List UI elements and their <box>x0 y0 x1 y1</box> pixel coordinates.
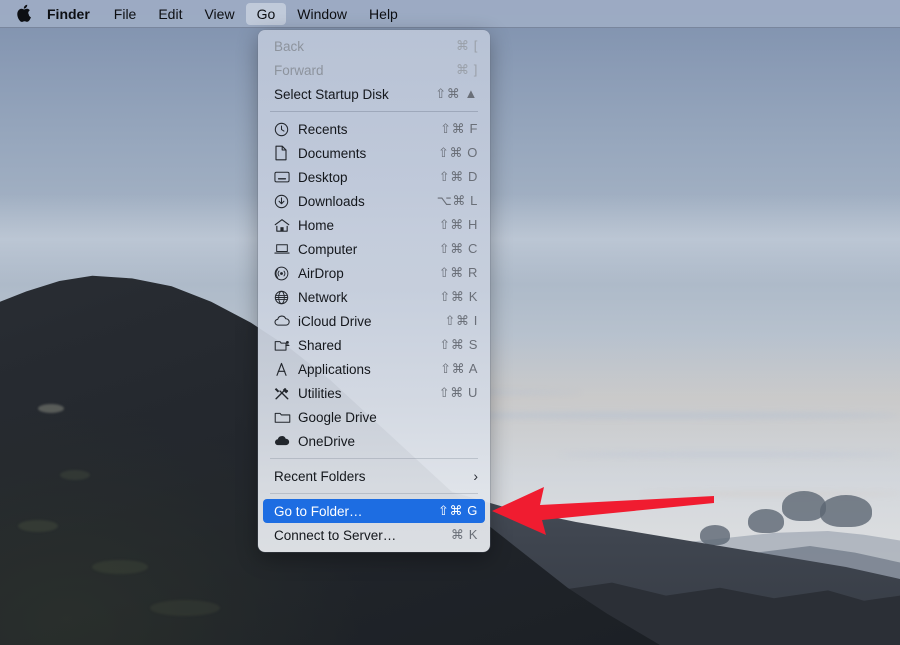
menu-item-label: Recents <box>298 121 348 137</box>
computer-icon <box>274 242 296 256</box>
menu-item-utilities[interactable]: Utilities ⇧⌘ U <box>258 381 490 405</box>
menu-item-label: Home <box>298 217 335 233</box>
menu-item-go-to-folder[interactable]: Go to Folder… ⇧⌘ G <box>263 499 485 523</box>
wallpaper-tree-clump <box>820 495 872 527</box>
menu-item-shortcut: ⌘ ] <box>455 62 478 77</box>
menu-item-shortcut: ⇧⌘ O <box>437 145 478 160</box>
menu-item-label: Downloads <box>298 193 365 209</box>
home-icon <box>274 218 296 233</box>
shared-folder-icon <box>274 338 296 352</box>
menu-item-shortcut: ⌘ [ <box>455 38 478 53</box>
menu-item-home[interactable]: Home ⇧⌘ H <box>258 213 490 237</box>
apple-logo-icon[interactable] <box>8 4 38 24</box>
cloud-icon <box>274 315 296 327</box>
onedrive-cloud-icon <box>274 435 296 447</box>
menu-item-label: Forward <box>274 62 324 78</box>
menu-item-label: Network <box>298 289 348 305</box>
menu-item-label: Recent Folders <box>274 468 366 484</box>
wallpaper-brush-texture <box>18 520 58 532</box>
menu-item-desktop[interactable]: Desktop ⇧⌘ D <box>258 165 490 189</box>
menu-item-shortcut: ⇧⌘ D <box>438 169 478 184</box>
menu-item-shortcut: ⇧⌘ I <box>444 313 478 328</box>
menu-item-documents[interactable]: Documents ⇧⌘ O <box>258 141 490 165</box>
cloud-streak <box>560 452 900 457</box>
menu-item-label: Google Drive <box>298 409 377 425</box>
cloud-streak <box>430 412 900 419</box>
menu-item-label: OneDrive <box>298 433 356 449</box>
chevron-right-icon: › <box>473 468 478 484</box>
menu-item-shortcut: ⇧⌘ ▲ <box>435 86 478 101</box>
red-pointer-arrow <box>492 487 714 535</box>
menu-item-shortcut: ⇧⌘ K <box>439 289 478 304</box>
wallpaper-brush-texture <box>38 404 64 413</box>
menu-item-recent-folders[interactable]: Recent Folders › <box>258 464 490 488</box>
menu-item-label: Documents <box>298 145 367 161</box>
menu-item-airdrop[interactable]: AirDrop ⇧⌘ R <box>258 261 490 285</box>
macos-menubar: Finder File Edit View Go Window Help <box>0 0 900 28</box>
menubar-item-go[interactable]: Go <box>245 2 287 25</box>
menu-item-label: Utilities <box>298 385 342 401</box>
menu-item-shortcut: ⇧⌘ A <box>440 361 478 376</box>
menu-item-icloud-drive[interactable]: iCloud Drive ⇧⌘ I <box>258 309 490 333</box>
menu-item-label: Shared <box>298 337 342 353</box>
applications-icon <box>274 362 296 377</box>
menu-item-shortcut: ⌥⌘ L <box>436 193 478 208</box>
menu-item-applications[interactable]: Applications ⇧⌘ A <box>258 357 490 381</box>
wallpaper-brush-texture <box>92 560 148 574</box>
menu-item-shortcut: ⇧⌘ H <box>438 217 478 232</box>
menu-item-label: AirDrop <box>298 265 344 281</box>
menu-item-label: Go to Folder… <box>274 503 363 519</box>
menu-item-label: Back <box>274 38 305 54</box>
menu-item-onedrive[interactable]: OneDrive <box>258 429 490 453</box>
clock-icon <box>274 122 296 137</box>
menu-item-shortcut: ⌘ K <box>450 527 478 542</box>
menu-item-label: Computer <box>298 241 358 257</box>
wallpaper-tree-clump <box>782 491 826 521</box>
menu-item-select-startup-disk[interactable]: Select Startup Disk ⇧⌘ ▲ <box>258 82 490 106</box>
menu-item-shortcut: ⇧⌘ G <box>437 503 478 518</box>
go-menu-dropdown: Back ⌘ [ Forward ⌘ ] Select Startup Disk… <box>258 30 490 552</box>
menu-item-forward: Forward ⌘ ] <box>258 58 490 82</box>
menu-item-shortcut: ⇧⌘ S <box>439 337 478 352</box>
menu-item-recents[interactable]: Recents ⇧⌘ F <box>258 117 490 141</box>
menu-item-label: Select Startup Disk <box>274 86 389 102</box>
menu-item-computer[interactable]: Computer ⇧⌘ C <box>258 237 490 261</box>
menu-item-shortcut: ⇧⌘ F <box>440 121 478 136</box>
menubar-item-view[interactable]: View <box>193 3 245 25</box>
menubar-item-file[interactable]: File <box>103 3 148 25</box>
download-icon <box>274 194 296 209</box>
wallpaper-brush-texture <box>60 470 90 480</box>
menu-item-label: Applications <box>298 361 371 377</box>
menu-item-back: Back ⌘ [ <box>258 34 490 58</box>
menu-item-shared[interactable]: Shared ⇧⌘ S <box>258 333 490 357</box>
document-icon <box>274 145 296 161</box>
menubar-item-window[interactable]: Window <box>286 3 358 25</box>
menu-item-shortcut: ⇧⌘ U <box>438 385 478 400</box>
folder-icon <box>274 410 296 424</box>
menu-separator <box>270 493 478 494</box>
menubar-item-help[interactable]: Help <box>358 3 409 25</box>
menu-item-connect-to-server[interactable]: Connect to Server… ⌘ K <box>258 523 490 547</box>
menu-separator <box>270 458 478 459</box>
airdrop-icon <box>274 266 296 281</box>
menu-item-google-drive[interactable]: Google Drive <box>258 405 490 429</box>
utilities-icon <box>274 386 296 401</box>
network-globe-icon <box>274 290 296 305</box>
menu-item-shortcut: ⇧⌘ C <box>438 241 478 256</box>
wallpaper-brush-texture <box>150 600 220 616</box>
wallpaper-tree-clump <box>748 509 784 533</box>
menu-item-downloads[interactable]: Downloads ⌥⌘ L <box>258 189 490 213</box>
menubar-item-edit[interactable]: Edit <box>147 3 193 25</box>
menu-item-network[interactable]: Network ⇧⌘ K <box>258 285 490 309</box>
menubar-item-finder[interactable]: Finder <box>38 3 103 25</box>
menu-item-label: Desktop <box>298 169 348 185</box>
desktop-icon <box>274 170 296 184</box>
menu-item-label: iCloud Drive <box>298 313 372 329</box>
menu-separator <box>270 111 478 112</box>
menu-item-shortcut: ⇧⌘ R <box>438 265 478 280</box>
menu-item-label: Connect to Server… <box>274 527 397 543</box>
